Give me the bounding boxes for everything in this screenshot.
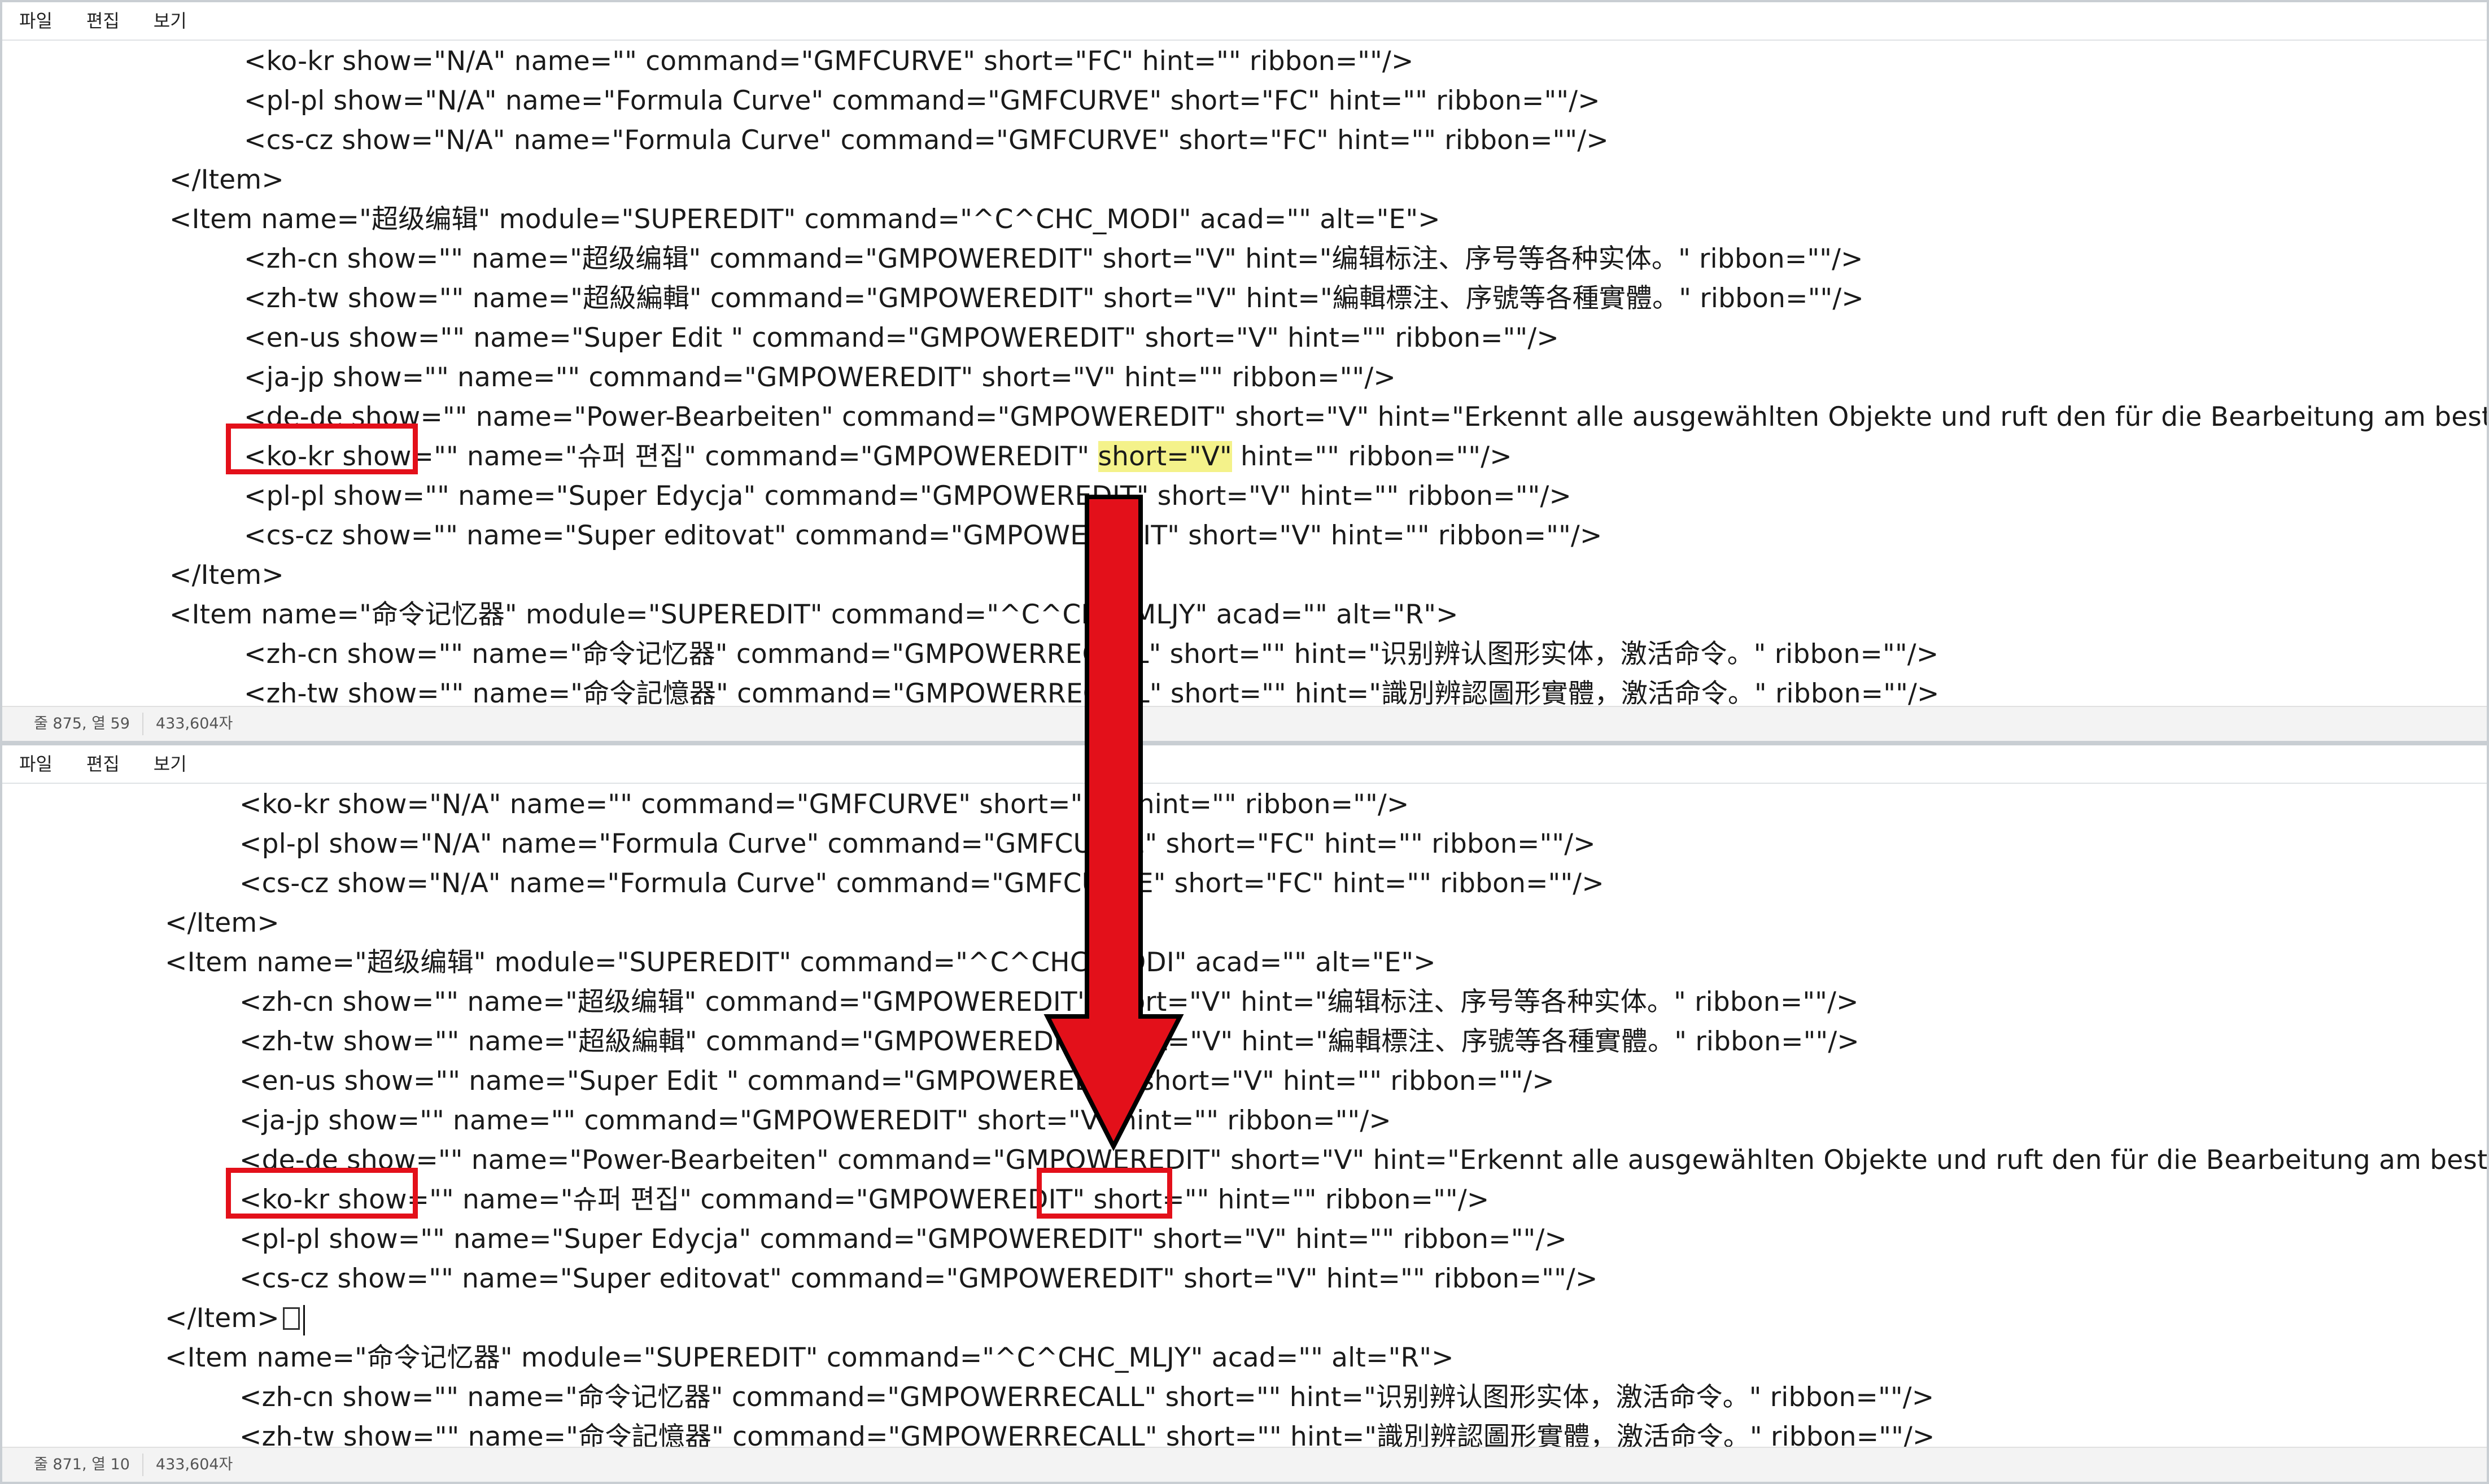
code-line: <zh-cn show="" name="命令记忆器" command="GMP… (244, 639, 1939, 670)
menu-file[interactable]: 파일 (2, 2, 69, 40)
code-text: <ko-kr show="" name="슈퍼 편집" command="GMP… (244, 441, 1098, 472)
code-line: <Item name="超级编辑" module="SUPEREDIT" com… (165, 947, 1436, 978)
status-bar: 줄 871, 열 10 433,604자 (2, 1447, 2487, 1482)
menu-edit[interactable]: 편집 (69, 745, 137, 783)
code-text: hint="" ribbon=""/> (1232, 441, 1512, 472)
code-line: <Item name="命令记忆器" module="SUPEREDIT" co… (165, 1342, 1454, 1373)
notepad-window-after: 파일 편집 보기 <ko-kr show="N/A" name="" comma… (0, 743, 2489, 1484)
cursor-position: 줄 875, 열 59 (2, 713, 143, 735)
cursor-position: 줄 871, 열 10 (2, 1454, 143, 1476)
code-line-with-cursor: </Item> (2, 1299, 305, 1338)
text-caret (303, 1304, 305, 1335)
code-line: <cs-cz show="" name="Super editovat" com… (244, 520, 1602, 551)
code-line-ko-kr: <ko-kr show="" name="슈퍼 편집" command="GMP… (2, 437, 1512, 477)
code-line: <Item name="超级编辑" module="SUPEREDIT" com… (169, 204, 1440, 235)
notepad-window-before: 파일 편집 보기 <ko-kr show="N/A" name="" comma… (0, 0, 2489, 743)
text-editor[interactable]: <ko-kr show="N/A" name="" command="GMFCU… (2, 785, 2487, 1451)
code-line: <ja-jp show="" name="" command="GMPOWERE… (239, 1105, 1391, 1136)
code-line: <de-de show="" name="Power-Bearbeiten" c… (239, 1145, 2487, 1176)
code-line: <zh-cn show="" name="超级编辑" command="GMPO… (244, 243, 1863, 274)
code-line: <zh-cn show="" name="超级编辑" command="GMPO… (239, 987, 1859, 1018)
code-line: <de-de show="" name="Power-Bearbeiten" c… (244, 401, 2487, 433)
status-bar: 줄 875, 열 59 433,604자 (2, 706, 2487, 741)
code-line: <zh-tw show="" name="超級編輯" command="GMPO… (244, 283, 1864, 314)
menu-edit[interactable]: 편집 (69, 2, 137, 40)
highlighted-short-attr: short="V" (1098, 441, 1232, 472)
code-line: <cs-cz show="N/A" name="Formula Curve" c… (239, 868, 1604, 899)
menu-view[interactable]: 보기 (137, 2, 204, 40)
code-line: <ja-jp show="" name="" command="GMPOWERE… (244, 362, 1396, 393)
menu-bar: 파일 편집 보기 (2, 745, 2487, 784)
code-line: <cs-cz show="N/A" name="Formula Curve" c… (244, 125, 1609, 156)
code-line: <pl-pl show="N/A" name="Formula Curve" c… (244, 85, 1600, 116)
character-count: 433,604자 (155, 1456, 233, 1473)
text-editor[interactable]: <ko-kr show="N/A" name="" command="GMFCU… (2, 42, 2487, 708)
menu-bar: 파일 편집 보기 (2, 2, 2487, 41)
code-line: <zh-tw show="" name="超級編輯" command="GMPO… (239, 1026, 1859, 1057)
code-line: </Item> (169, 164, 284, 195)
code-line-ko-kr: <ko-kr show="" name="슈퍼 편집" command="GMP… (239, 1184, 1490, 1215)
code-line: <zh-tw show="" name="命令記憶器" command="GMP… (244, 678, 1940, 708)
code-line: <cs-cz show="" name="Super editovat" com… (239, 1263, 1598, 1294)
code-line: <pl-pl show="" name="Super Edycja" comma… (244, 481, 1572, 512)
character-count: 433,604자 (155, 715, 233, 732)
code-line: <Item name="命令记忆器" module="SUPEREDIT" co… (169, 599, 1459, 630)
code-line: </Item> (165, 907, 280, 939)
code-line: </Item> (169, 560, 284, 591)
unknown-char-box (283, 1307, 300, 1330)
menu-file[interactable]: 파일 (2, 745, 69, 783)
code-line: <ko-kr show="N/A" name="" command="GMFCU… (239, 789, 1409, 820)
code-line: <pl-pl show="N/A" name="Formula Curve" c… (239, 828, 1596, 859)
code-line: <ko-kr show="N/A" name="" command="GMFCU… (244, 46, 1414, 77)
code-text: </Item> (165, 1303, 280, 1334)
menu-view[interactable]: 보기 (137, 745, 204, 783)
code-line: <en-us show="" name="Super Edit " comman… (239, 1066, 1554, 1097)
code-line: <zh-cn show="" name="命令记忆器" command="GMP… (239, 1382, 1935, 1413)
code-line: <pl-pl show="" name="Super Edycja" comma… (239, 1224, 1567, 1255)
code-line: <zh-tw show="" name="命令記憶器" command="GMP… (239, 1421, 1935, 1451)
code-line: <en-us show="" name="Super Edit " comman… (244, 322, 1559, 353)
